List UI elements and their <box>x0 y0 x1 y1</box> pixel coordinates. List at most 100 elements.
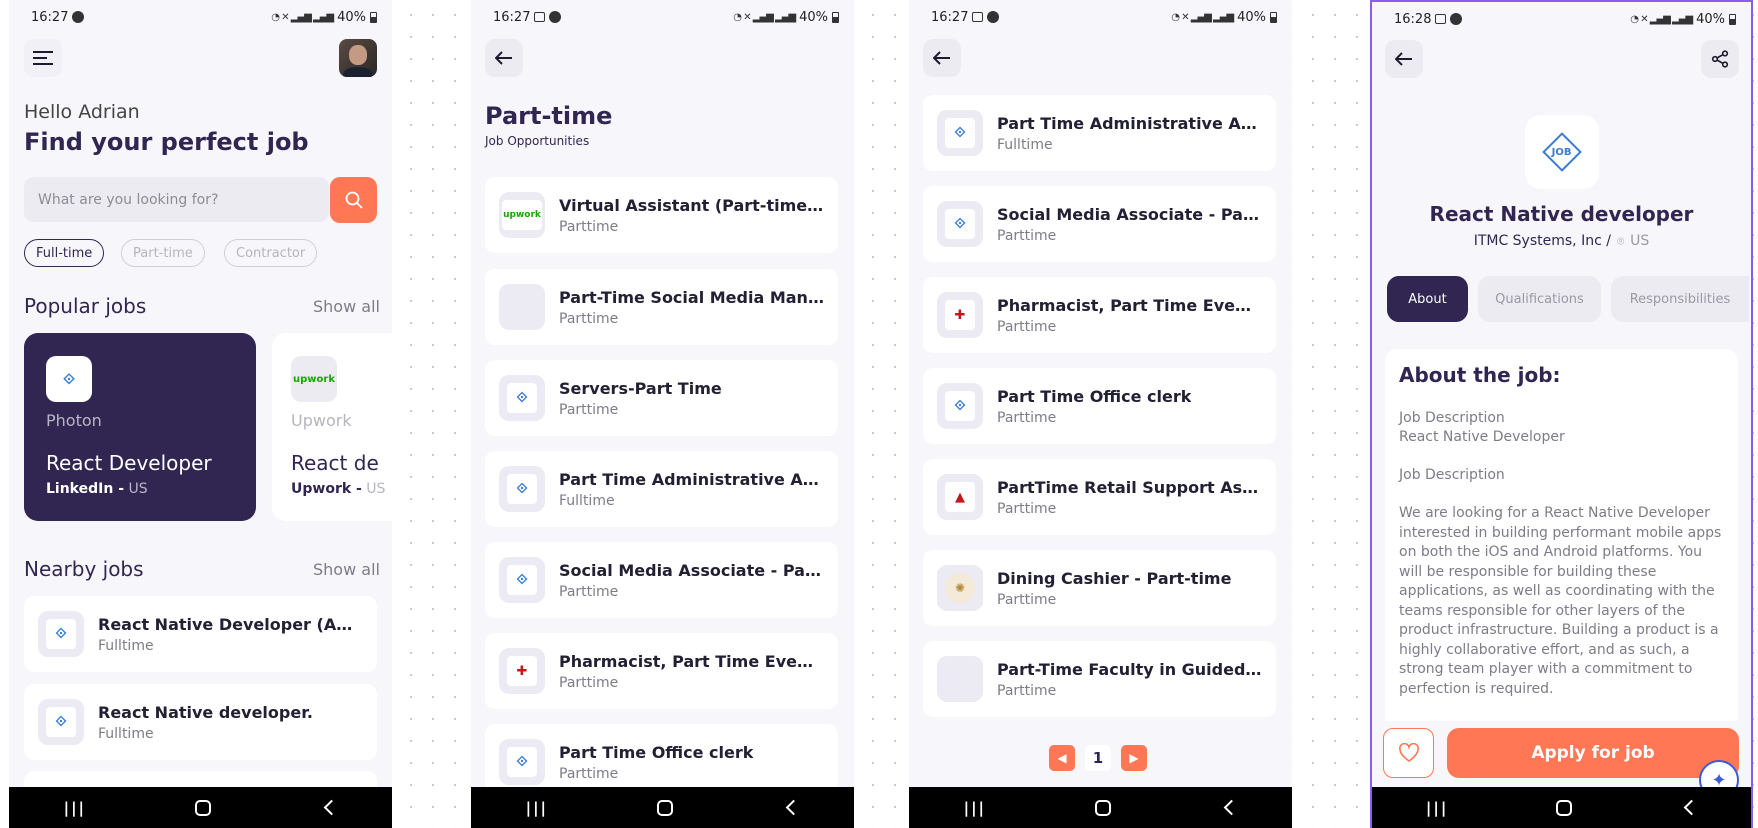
job-type: Parttime <box>559 583 619 600</box>
popular-jobs-title: Popular jobs <box>24 294 147 318</box>
pharmacy-logo-icon: ✚ <box>945 300 975 330</box>
tab-about[interactable]: About <box>1387 276 1468 322</box>
page-subtitle: Job Opportunities <box>485 134 590 148</box>
company-logo: ⟐ <box>937 383 983 429</box>
tab-responsibilities[interactable]: Responsibilities <box>1611 276 1749 322</box>
apply-button[interactable]: Apply for job <box>1447 728 1739 778</box>
job-card[interactable]: ⟐ Part Time Administrative Ass... Fulltim… <box>485 451 838 527</box>
status-bar: 16:27 ◔ ✕ ▂▄▆ ▂▄▆ 40% <box>9 0 392 34</box>
nearby-job-card[interactable]: ⟐ React Native Developer (And... Fulltime <box>24 596 377 672</box>
job-location: US <box>1630 233 1650 249</box>
home-icon[interactable] <box>195 799 212 816</box>
job-card[interactable]: ⟐ Part Time Administrative Ass... Fulltim… <box>923 95 1276 171</box>
search-icon <box>345 191 363 209</box>
company-logo: ⟐ <box>937 110 983 156</box>
popular-job-card[interactable]: ⟐ Photon React Developer LinkedIn - US <box>24 333 256 521</box>
back-icon[interactable] <box>1683 799 1700 816</box>
company-logo: ✺ <box>937 565 983 611</box>
search-input[interactable]: What are you looking for? <box>24 177 329 222</box>
avatar[interactable] <box>339 39 377 77</box>
share-button[interactable] <box>1701 40 1739 78</box>
chip-part-time[interactable]: Part-time <box>121 239 205 267</box>
nearby-job-card[interactable]: ⟐ React Native developer. Fulltime <box>24 684 377 760</box>
battery-percent: 40% <box>799 9 828 25</box>
chip-contractor[interactable]: Contractor <box>224 239 318 267</box>
popular-job-card[interactable]: upwork Upwork React de Upwork - US <box>272 333 392 521</box>
popular-show-all[interactable]: Show all <box>313 297 380 316</box>
job-card[interactable]: ▲ PartTime Retail Support Asso... Parttim… <box>923 459 1276 535</box>
back-icon[interactable] <box>786 799 802 816</box>
recent-apps-icon[interactable]: ||| <box>64 799 86 817</box>
search-placeholder: What are you looking for? <box>38 191 219 208</box>
job-card[interactable]: ✺ Dining Cashier - Part-time Parttime <box>923 550 1276 626</box>
location-pin-icon: ⌾ <box>1616 233 1625 248</box>
job-type: Parttime <box>559 310 619 327</box>
nearby-show-all[interactable]: Show all <box>313 560 380 579</box>
signal-icon: ◔ ✕ ▂▄▆ ▂▄▆ <box>1171 11 1234 23</box>
recent-apps-icon[interactable]: ||| <box>1426 799 1448 817</box>
company-name: Upwork <box>291 411 352 430</box>
job-title: Social Media Associate - Part... <box>997 204 1262 224</box>
favorite-button[interactable] <box>1383 728 1434 778</box>
share-icon <box>1711 50 1729 68</box>
back-icon[interactable] <box>1224 799 1240 816</box>
search-button[interactable] <box>330 177 377 223</box>
job-card[interactable]: ⟐ Social Media Associate - Part... Partti… <box>485 542 838 618</box>
job-type: Parttime <box>997 227 1057 244</box>
home-icon[interactable] <box>1556 799 1573 816</box>
gallery-icon <box>534 12 546 22</box>
back-button[interactable] <box>923 39 961 77</box>
page-title: Part-time <box>485 102 613 130</box>
status-time: 16:27 <box>931 9 969 25</box>
next-page-button[interactable]: ▶ <box>1121 745 1147 771</box>
company-logo: ⟐ <box>499 557 545 603</box>
prev-page-button[interactable]: ◀ <box>1049 745 1075 771</box>
job-type: Fulltime <box>997 136 1053 153</box>
job-title: Dining Cashier - Part-time <box>997 568 1232 588</box>
about-description: We are looking for a React Native Develo… <box>1399 505 1722 697</box>
recent-apps-icon[interactable]: ||| <box>526 799 548 817</box>
job-type: Parttime <box>997 500 1057 517</box>
job-title: Part Time Office clerk <box>559 742 754 762</box>
job-card[interactable]: ⟐ Servers-Part Time Parttime <box>485 360 838 436</box>
home-icon[interactable] <box>657 799 674 816</box>
job-card[interactable]: Part-Time Faculty in GuidedP... Parttime <box>923 641 1276 717</box>
company-logo: ✚ <box>499 648 545 694</box>
back-button[interactable] <box>485 39 523 77</box>
job-card[interactable]: upwork Virtual Assistant (Part-time)... P… <box>485 177 838 253</box>
job-location: US <box>128 481 148 497</box>
chip-full-time[interactable]: Full-time <box>24 239 105 267</box>
job-title: React Native developer. <box>98 702 313 722</box>
battery-icon <box>1270 11 1277 23</box>
job-card[interactable]: ✚ Pharmacist, Part Time Evening Parttime <box>923 277 1276 353</box>
back-button[interactable] <box>1385 40 1423 78</box>
job-card[interactable]: Part-Time Social Media Mana... Parttime <box>485 269 838 345</box>
job-logo-icon: ⟐ <box>945 209 975 239</box>
system-nav-bar: ||| <box>9 787 392 828</box>
job-card[interactable]: ⟐ Social Media Associate - Part... Partti… <box>923 186 1276 262</box>
company-name: ITMC Systems, Inc / <box>1473 233 1611 249</box>
status-time: 16:27 <box>493 9 531 25</box>
home-icon[interactable] <box>1095 799 1112 816</box>
hamburger-icon <box>33 51 53 65</box>
greeting: Hello Adrian <box>24 101 140 123</box>
signal-icon: ◔ ✕ ▂▄▆ ▂▄▆ <box>733 11 796 23</box>
pagination: ◀ 1 ▶ <box>1049 745 1147 771</box>
job-type: Fulltime <box>98 637 154 654</box>
about-panel: About the job: Job Description React Nat… <box>1385 349 1738 729</box>
job-logo-icon: ⟐ <box>507 474 537 504</box>
status-bar: 16:27 ◔ ✕ ▂▄▆ ▂▄▆ 40% <box>909 0 1292 34</box>
current-page: 1 <box>1085 745 1111 771</box>
back-icon[interactable] <box>324 799 340 816</box>
recent-apps-icon[interactable]: ||| <box>964 799 986 817</box>
status-bar: 16:27 ◔ ✕ ▂▄▆ ▂▄▆ 40% <box>471 0 854 34</box>
job-title: Part Time Administrative Ass... <box>559 469 824 489</box>
menu-button[interactable] <box>24 39 62 77</box>
seal-logo-icon: ✺ <box>945 573 975 603</box>
upwork-logo-icon: upwork <box>502 200 542 230</box>
app-notification-icon <box>72 11 85 23</box>
job-card[interactable]: ⟐ Part Time Office clerk Parttime <box>923 368 1276 444</box>
company-logo: ⟐ <box>937 201 983 247</box>
job-card[interactable]: ✚ Pharmacist, Part Time Evening Parttime <box>485 633 838 709</box>
tab-qualifications[interactable]: Qualifications <box>1478 276 1601 322</box>
